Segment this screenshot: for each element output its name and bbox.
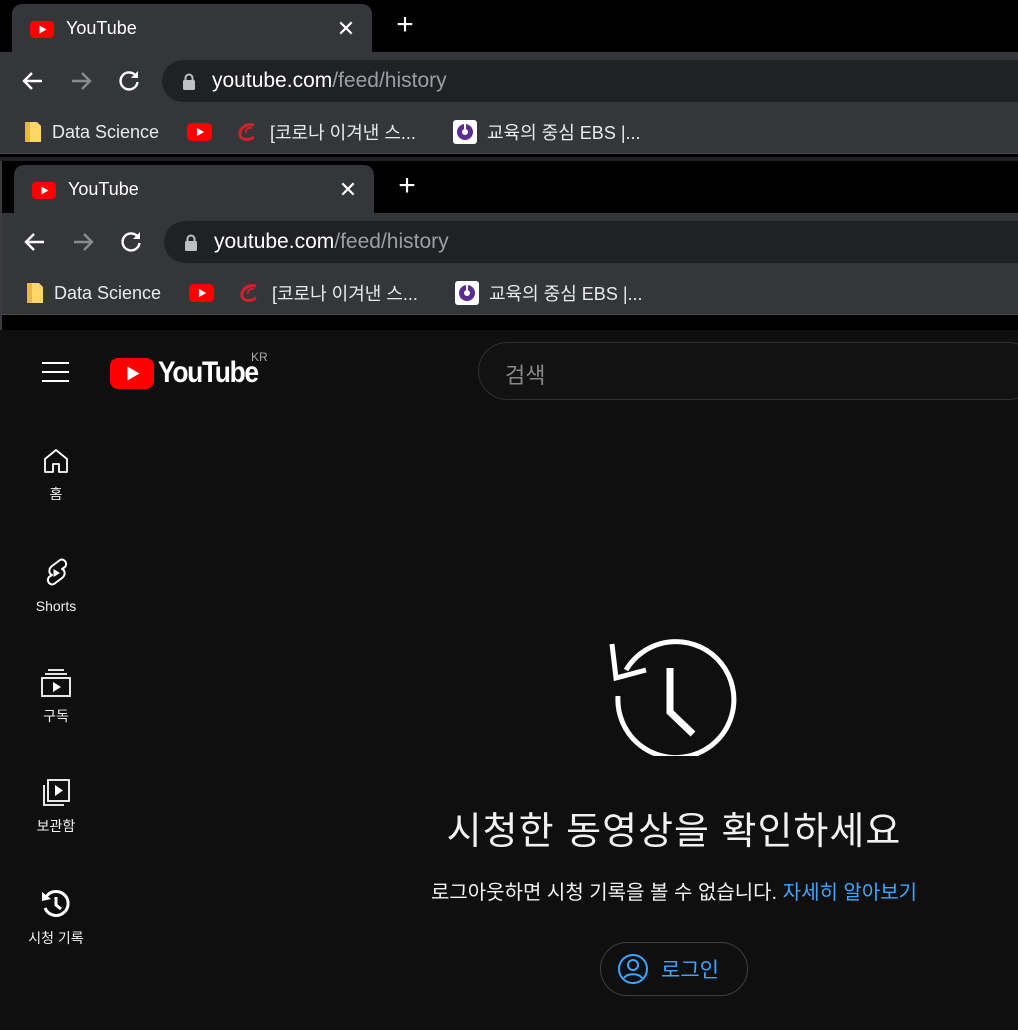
- youtube-logo[interactable]: YouTube: [110, 356, 271, 390]
- back-arrow-icon[interactable]: [22, 229, 48, 255]
- folder-icon: [25, 122, 41, 142]
- youtube-favicon-icon: [32, 182, 56, 199]
- lock-icon: [183, 73, 195, 90]
- tab-youtube[interactable]: YouTube ✕: [14, 165, 374, 213]
- tab-close-icon[interactable]: ✕: [336, 177, 360, 203]
- url-path: /feed/history: [332, 69, 447, 92]
- menu-line: [42, 362, 69, 364]
- url-text: youtube.com/feed/history: [214, 230, 449, 254]
- sign-in-label: 로그인: [661, 959, 719, 982]
- reload-icon[interactable]: [118, 229, 144, 255]
- learn-more-link[interactable]: 자세히 알아보기: [783, 882, 917, 904]
- history-large-icon: [609, 639, 737, 756]
- empty-state-text: 로그아웃하면 시청 기록을 볼 수 없습니다.: [430, 882, 778, 904]
- divider: [0, 153, 1018, 154]
- address-bar[interactable]: youtube.com/feed/history: [162, 60, 1018, 102]
- bookmark-ebs[interactable]: 교육의 중심 EBS |...: [453, 120, 641, 144]
- empty-state-title: 시청한 동영상을 확인하세요: [446, 811, 902, 853]
- new-tab-button[interactable]: +: [394, 171, 420, 201]
- home-icon: [44, 449, 68, 473]
- sidebar-label: 시청 기록: [28, 930, 84, 946]
- search-placeholder: 검색: [505, 363, 546, 388]
- sidebar-item-home[interactable]: 홈: [0, 446, 112, 504]
- bookmark-ebs[interactable]: 교육의 중심 EBS |...: [455, 281, 643, 305]
- browser-toolbar: youtube.com/feed/history: [0, 52, 1018, 110]
- youtube-favicon-icon: [30, 21, 54, 38]
- bookmark-label: Data Science: [52, 121, 160, 142]
- bookmarks-bar: Data Science [코로나 이겨낸 스... 교육의 중심 EBS |.…: [0, 110, 1018, 154]
- region-code: KR: [251, 350, 268, 364]
- tab-strip: YouTube ✕ +: [2, 161, 1018, 213]
- lock-icon: [185, 234, 197, 251]
- youtube-logo-icon: [110, 357, 154, 389]
- ebs-icon: [453, 120, 477, 144]
- ebs-icon: [455, 281, 479, 305]
- subscriptions-icon: [41, 669, 71, 697]
- bookmarks-bar: Data Science [코로나 이겨낸 스... 교육의 중심 EBS |.…: [2, 271, 1018, 315]
- youtube-icon: [187, 123, 212, 141]
- sign-in-button[interactable]: 로그인: [600, 942, 748, 996]
- sidebar-item-shorts[interactable]: Shorts: [0, 556, 112, 614]
- bookmark-label: Data Science: [54, 282, 162, 303]
- bookmark-youtube[interactable]: [187, 120, 212, 144]
- bookmark-label: [코로나 이겨낸 스...: [272, 284, 418, 304]
- youtube-page: YouTube KR 검색 홈 Shorts 구독 보관함 시청 기록 시청한 …: [0, 330, 1018, 1030]
- sidebar-label: 구독: [43, 708, 69, 724]
- sidebar-label: Shorts: [35, 598, 77, 614]
- search-input[interactable]: 검색: [478, 342, 1018, 400]
- url-text: youtube.com/feed/history: [212, 69, 447, 93]
- tab-title: YouTube: [66, 18, 137, 38]
- forward-arrow-icon[interactable]: [70, 229, 96, 255]
- reload-icon[interactable]: [116, 68, 142, 94]
- menu-line: [42, 380, 69, 382]
- shorts-icon: [46, 558, 68, 586]
- menu-line: [42, 371, 69, 373]
- sidebar-label: 홈: [49, 486, 63, 502]
- tab-close-icon[interactable]: ✕: [334, 16, 358, 42]
- browser-window-outer: YouTube ✕ + youtube.com/feed/history Dat…: [0, 0, 1018, 157]
- forward-arrow-icon[interactable]: [68, 68, 94, 94]
- back-arrow-icon[interactable]: [20, 68, 46, 94]
- bookmark-label: [코로나 이겨낸 스...: [270, 123, 416, 143]
- hamburger-menu-icon[interactable]: [40, 360, 72, 384]
- logo-text: YouTube: [158, 356, 259, 389]
- red-swoosh-icon: [238, 123, 255, 141]
- bookmark-label: 교육의 중심 EBS |...: [489, 284, 643, 304]
- sidebar-item-subscriptions[interactable]: 구독: [0, 668, 112, 726]
- bookmark-data-science[interactable]: Data Science: [26, 281, 161, 305]
- red-swoosh-icon: [240, 284, 257, 302]
- bookmark-corona[interactable]: [코로나 이겨낸 스...: [238, 281, 418, 305]
- tab-title: YouTube: [68, 179, 139, 199]
- bookmark-corona[interactable]: [코로나 이겨낸 스...: [236, 120, 416, 144]
- empty-state-message: 로그아웃하면 시청 기록을 볼 수 없습니다. 자세히 알아보기: [0, 876, 1018, 905]
- url-host: youtube.com: [212, 69, 333, 92]
- address-bar[interactable]: youtube.com/feed/history: [164, 221, 1018, 263]
- tab-youtube[interactable]: YouTube ✕: [12, 4, 372, 52]
- youtube-icon: [189, 284, 214, 302]
- bookmark-youtube[interactable]: [189, 281, 214, 305]
- new-tab-button[interactable]: +: [392, 10, 418, 40]
- bookmark-label: 교육의 중심 EBS |...: [487, 123, 641, 143]
- url-host: youtube.com: [214, 230, 335, 253]
- url-path: /feed/history: [334, 230, 449, 253]
- bookmark-data-science[interactable]: Data Science: [24, 120, 159, 144]
- divider: [2, 314, 1018, 315]
- account-circle-icon: [618, 954, 648, 984]
- browser-window-inner: YouTube ✕ + youtube.com/feed/history Dat…: [0, 161, 1018, 330]
- folder-icon: [27, 283, 43, 303]
- tab-strip: YouTube ✕ +: [0, 0, 1018, 52]
- browser-toolbar: youtube.com/feed/history: [2, 213, 1018, 271]
